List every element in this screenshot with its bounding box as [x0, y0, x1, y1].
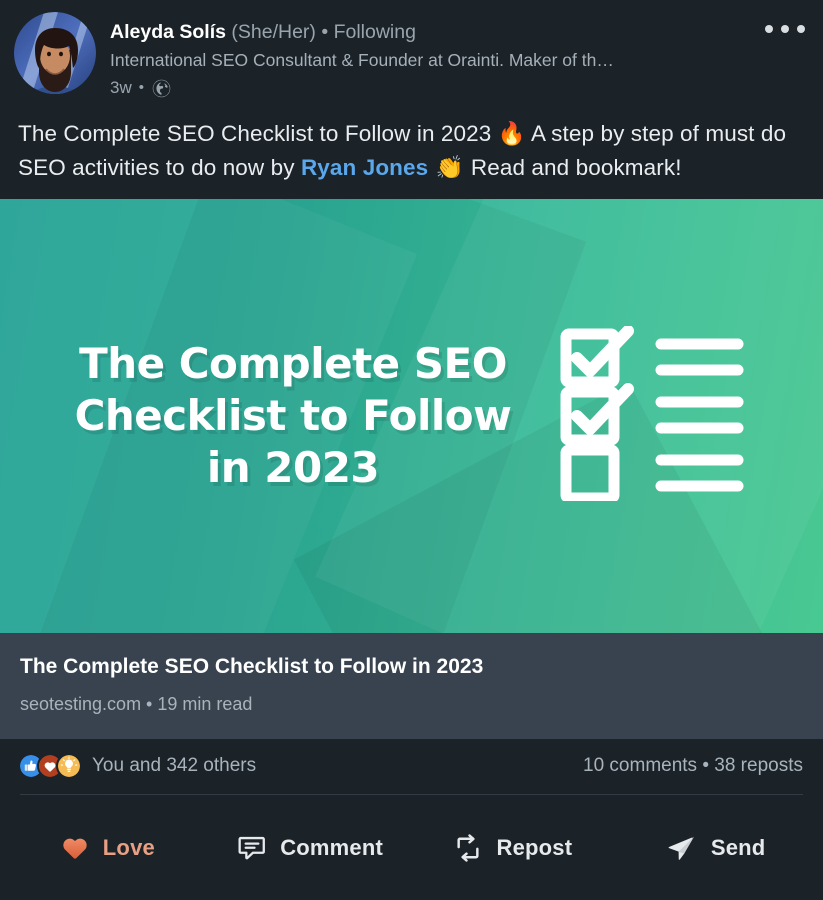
comment-label: Comment	[280, 834, 384, 860]
link-preview-card[interactable]: The Complete SEO Checklist to Follow in …	[0, 633, 823, 739]
author-info: Aleyda Solís (She/Her) • Following Inter…	[110, 12, 807, 99]
repost-button[interactable]: Repost	[412, 795, 615, 900]
comments-reposts-counts[interactable]: 10 comments • 38 reposts	[583, 755, 803, 777]
comment-button[interactable]: Comment	[209, 795, 412, 900]
repost-label: Repost	[496, 834, 573, 860]
author-name: Aleyda Solís	[110, 21, 226, 43]
send-plane-icon	[668, 836, 694, 860]
post-image[interactable]: The Complete SEO Checklist to Follow in …	[0, 199, 823, 633]
reaction-summary-label: You and 342 others	[92, 755, 257, 776]
post-text[interactable]: The Complete SEO Checklist to Follow in …	[0, 99, 823, 185]
author-name-line[interactable]: Aleyda Solís (She/Her) • Following	[110, 20, 807, 44]
linkedin-post: Aleyda Solís (She/Her) • Following Inter…	[0, 0, 823, 900]
love-button[interactable]: Love	[6, 795, 209, 900]
send-label: Send	[710, 834, 766, 860]
clap-emoji: 👏	[428, 155, 471, 181]
mention-link-ryan-jones[interactable]: Ryan Jones	[301, 155, 428, 180]
meta-separator: •	[138, 79, 144, 96]
post-meta: 3w •	[110, 77, 807, 99]
reactions-summary[interactable]: You and 342 others	[18, 753, 256, 779]
checklist-icon	[560, 325, 745, 506]
post-header: Aleyda Solís (She/Her) • Following Inter…	[0, 0, 823, 99]
repost-loop-icon	[457, 833, 480, 862]
insightful-reaction-icon	[56, 753, 82, 779]
fire-emoji: 🔥	[497, 121, 526, 147]
avatar-image	[14, 12, 96, 94]
post-text-part3: Read and bookmark!	[470, 155, 682, 180]
globe-icon	[152, 79, 171, 97]
post-timestamp: 3w	[110, 78, 132, 97]
social-counts-bar: You and 342 others 10 comments • 38 repo…	[0, 739, 823, 779]
link-card-subtitle: seotesting.com • 19 min read	[20, 694, 253, 714]
menu-dot	[797, 25, 805, 33]
love-label: Love	[102, 834, 155, 860]
author-pronouns-relation: (She/Her) • Following	[231, 21, 416, 43]
heart-icon	[63, 838, 87, 859]
avatar[interactable]	[14, 12, 96, 94]
action-bar: Love Comment Repost Send	[0, 795, 823, 900]
author-headline: International SEO Consultant & Founder a…	[110, 50, 614, 70]
overflow-menu-icon[interactable]	[763, 14, 807, 44]
post-text-part1: The Complete SEO Checklist to Follow in …	[18, 121, 498, 146]
hero-title: The Complete SEO Checklist to Follow in …	[74, 339, 512, 492]
link-card-title: The Complete SEO Checklist to Follow in …	[20, 655, 484, 678]
comment-bubble-icon	[238, 836, 266, 859]
menu-dot	[781, 25, 789, 33]
menu-dot	[765, 25, 773, 33]
send-button[interactable]: Send	[614, 795, 817, 900]
